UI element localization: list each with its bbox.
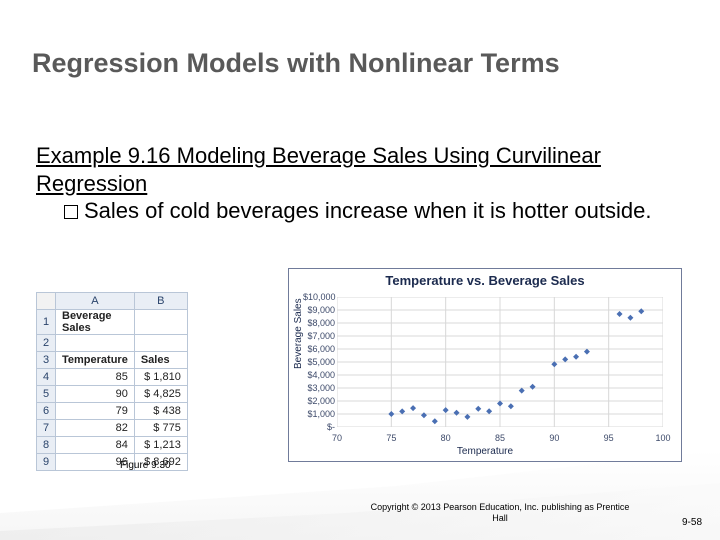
xtick-label: 90 xyxy=(544,433,564,443)
figure-caption: Figure 9.30 xyxy=(120,460,171,471)
col-header-a: A xyxy=(56,293,135,310)
xtick-label: 100 xyxy=(653,433,673,443)
table-row: 2 xyxy=(37,335,188,352)
data-table: A B 1Beverage Sales 2 3TemperatureSales … xyxy=(36,292,188,471)
chart-grid xyxy=(337,297,663,427)
ytick-label: $3,000 xyxy=(303,383,335,393)
scatter-chart: Temperature vs. Beverage Sales Beverage … xyxy=(288,268,682,462)
chart-xlabel: Temperature xyxy=(289,446,681,457)
table-row: 884$ 1,213 xyxy=(37,437,188,454)
page-number: 9-58 xyxy=(682,517,702,528)
body-text: Example 9.16 Modeling Beverage Sales Usi… xyxy=(36,142,676,225)
corner-cell xyxy=(37,293,56,310)
ytick-label: $9,000 xyxy=(303,305,335,315)
chart-points xyxy=(388,308,644,424)
slide: Regression Models with Nonlinear Terms E… xyxy=(0,0,720,540)
xtick-label: 80 xyxy=(436,433,456,443)
slide-title: Regression Models with Nonlinear Terms xyxy=(32,48,560,79)
bullet-text: Sales of cold beverages increase when it… xyxy=(84,198,651,223)
xtick-label: 95 xyxy=(599,433,619,443)
bullet-icon xyxy=(64,205,78,219)
xtick-label: 85 xyxy=(490,433,510,443)
ytick-label: $1,000 xyxy=(303,409,335,419)
ytick-label: $7,000 xyxy=(303,331,335,341)
xtick-label: 75 xyxy=(381,433,401,443)
table-row: 3TemperatureSales xyxy=(37,352,188,369)
table-header-row: A B xyxy=(37,293,188,310)
copyright-text: Copyright © 2013 Pearson Education, Inc.… xyxy=(370,502,630,524)
col-header-b: B xyxy=(134,293,187,310)
spreadsheet-table: A B 1Beverage Sales 2 3TemperatureSales … xyxy=(36,292,188,471)
table-row: 590$ 4,825 xyxy=(37,386,188,403)
ytick-label: $6,000 xyxy=(303,344,335,354)
chart-plot-area xyxy=(337,297,663,427)
xtick-label: 70 xyxy=(327,433,347,443)
ytick-label: $- xyxy=(303,422,335,432)
table-row: 679$ 438 xyxy=(37,403,188,420)
chart-title: Temperature vs. Beverage Sales xyxy=(289,273,681,288)
table-row: 1Beverage Sales xyxy=(37,310,188,335)
ytick-label: $4,000 xyxy=(303,370,335,380)
example-heading: Example 9.16 Modeling Beverage Sales Usi… xyxy=(36,142,676,197)
ytick-label: $8,000 xyxy=(303,318,335,328)
ytick-label: $5,000 xyxy=(303,357,335,367)
table-row: 485$ 1,810 xyxy=(37,369,188,386)
table-row: 782$ 775 xyxy=(37,420,188,437)
ytick-label: $2,000 xyxy=(303,396,335,406)
ytick-label: $10,000 xyxy=(303,292,335,302)
bullet-line: Sales of cold beverages increase when it… xyxy=(64,197,676,225)
